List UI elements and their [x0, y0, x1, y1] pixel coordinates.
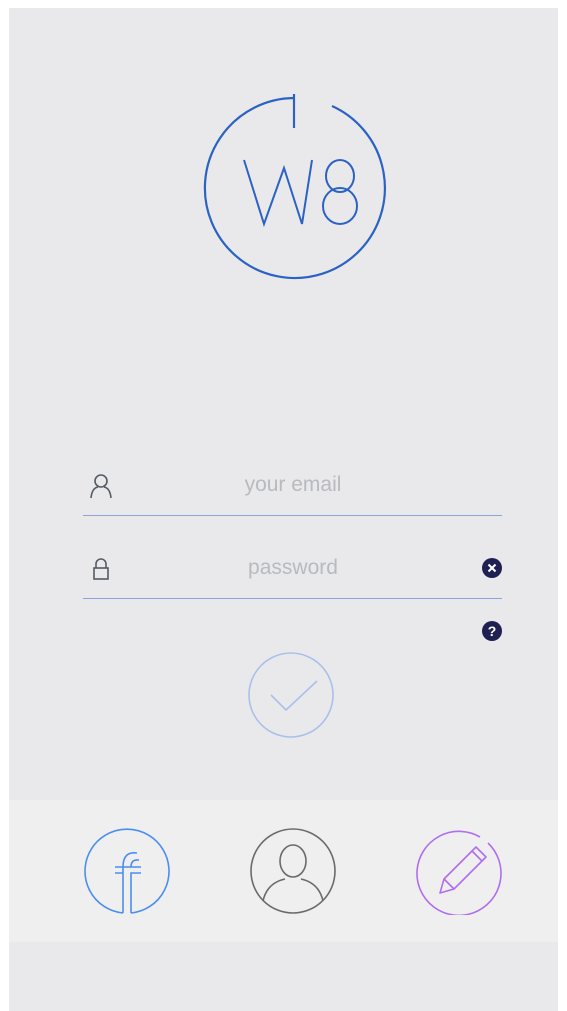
- user-icon: [89, 473, 113, 499]
- clear-password-button[interactable]: [482, 558, 502, 578]
- signup-button[interactable]: [416, 827, 504, 915]
- pencil-icon: [416, 830, 502, 915]
- login-screen: ?: [9, 8, 558, 1011]
- help-button[interactable]: ?: [482, 621, 502, 641]
- profile-login-button[interactable]: [249, 827, 337, 915]
- password-input[interactable]: [143, 550, 443, 586]
- question-icon: ?: [487, 623, 497, 639]
- facebook-login-button[interactable]: [83, 827, 171, 915]
- password-field-group: [83, 538, 502, 599]
- email-field-group: [83, 455, 502, 516]
- bottom-bar: [9, 800, 558, 942]
- email-input[interactable]: [143, 467, 443, 503]
- profile-icon: [250, 828, 336, 914]
- close-icon: [487, 563, 497, 573]
- lock-icon: [89, 556, 113, 582]
- checkmark-icon: [248, 652, 334, 738]
- w8-logo-icon: [198, 92, 390, 284]
- facebook-icon: [84, 828, 170, 914]
- submit-button[interactable]: [247, 651, 335, 739]
